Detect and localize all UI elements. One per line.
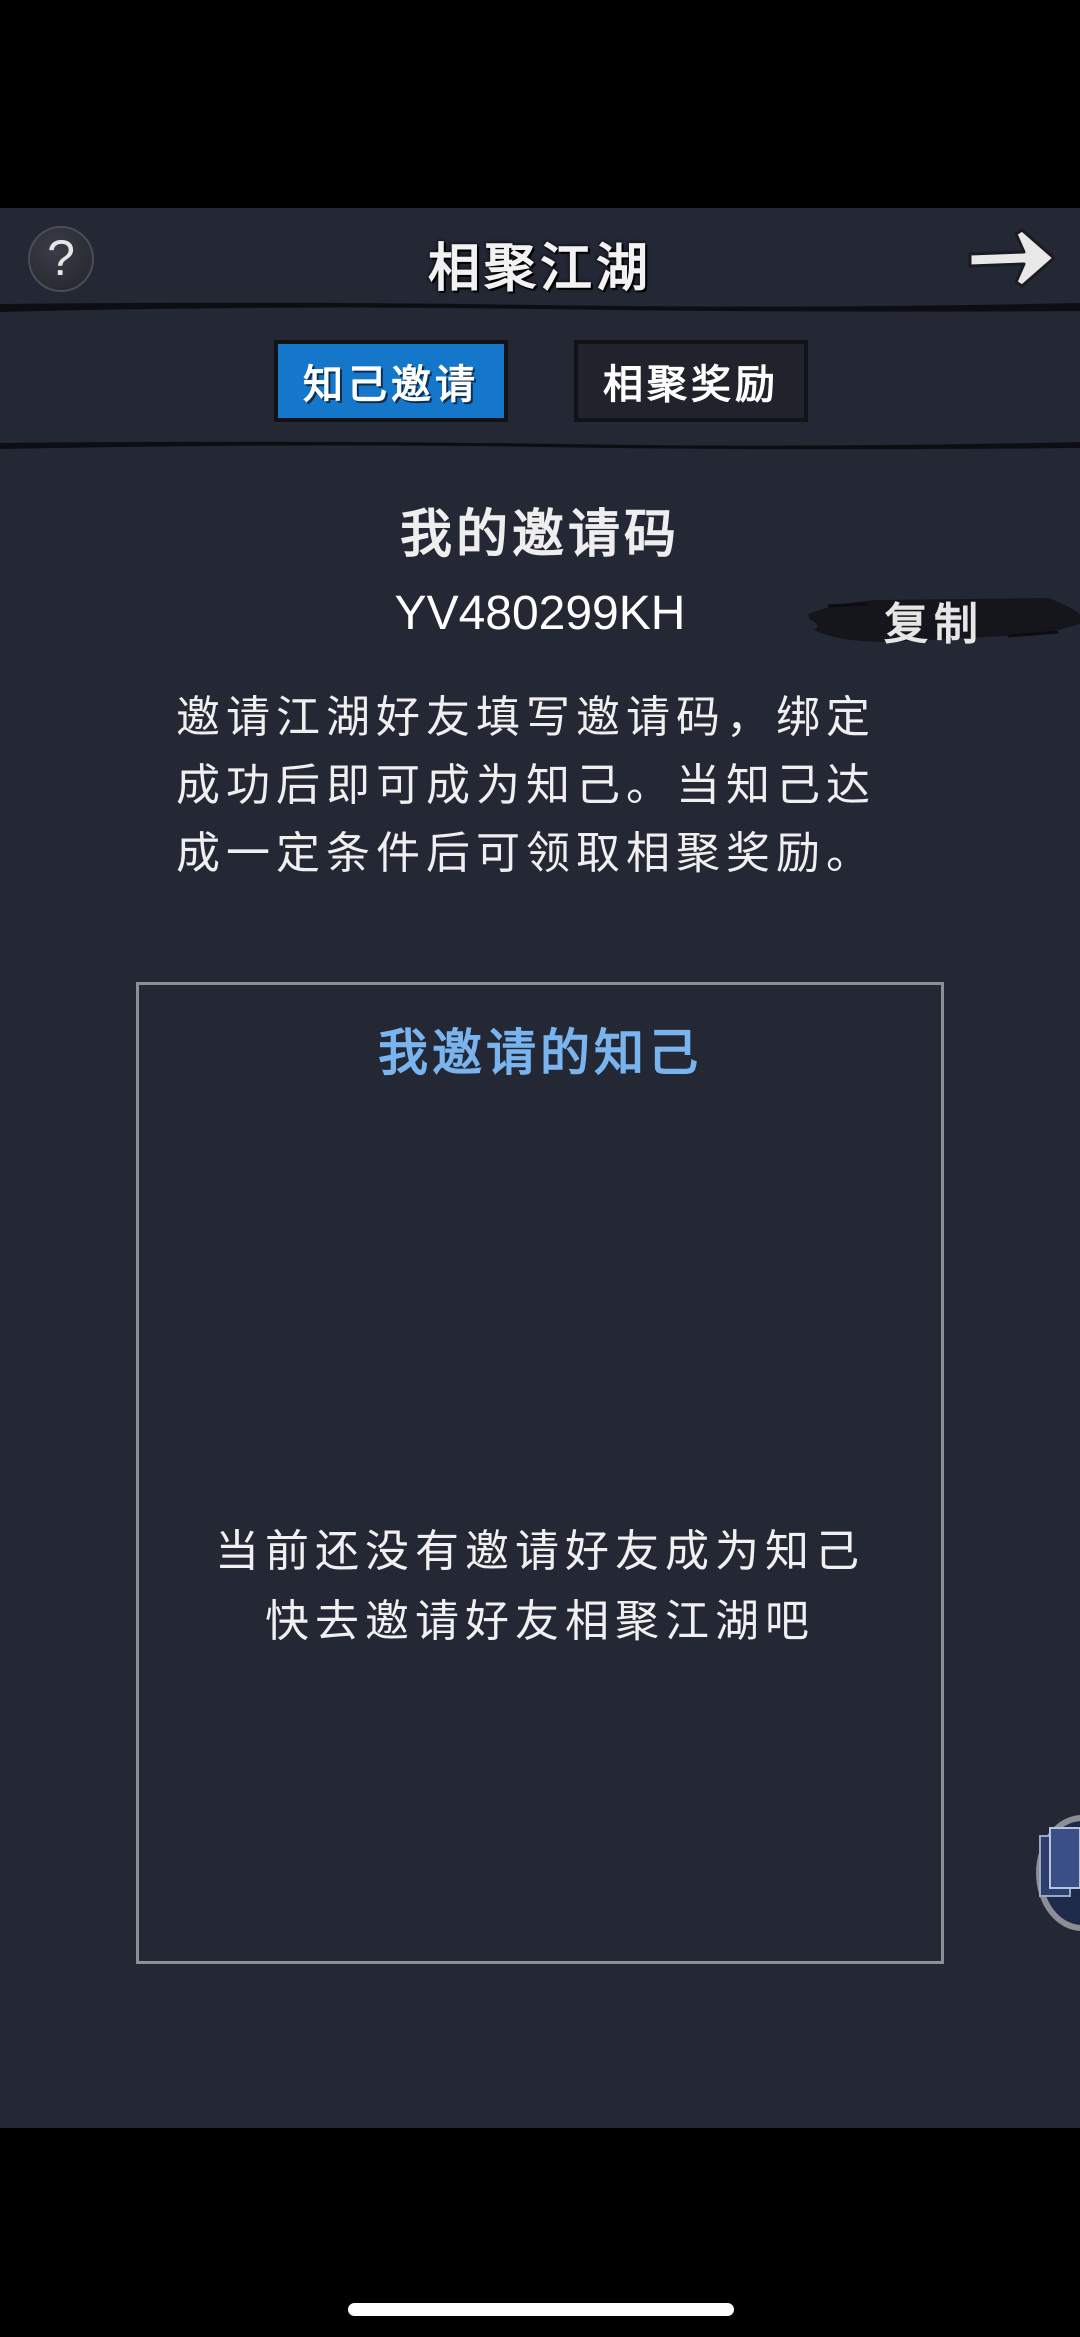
copy-button-label: 复制 — [884, 599, 984, 650]
tabs-divider — [0, 441, 1080, 450]
tab-invite-friends[interactable]: 知己邀请 — [274, 340, 508, 422]
header-bar: ? 相聚江湖 — [0, 208, 1080, 308]
arrow-right-icon — [968, 228, 1056, 288]
invite-code-title: 我的邀请码 — [399, 504, 680, 565]
invited-friends-title: 我邀请的知己 — [378, 1023, 702, 1082]
description-line: 邀请江湖好友填写邀请码，绑定 — [176, 692, 876, 743]
empty-state-text: 当前还没有邀请好友成为知己 — [215, 1526, 865, 1577]
tab-bar: 知己邀请 相聚奖励 — [0, 336, 1080, 428]
invite-description: 邀请江湖好友填写邀请码，绑定 成功后即可成为知己。当知己达 成一定条件后可领取相… — [176, 684, 916, 888]
header-divider — [0, 302, 1080, 312]
description-line: 成功后即可成为知己。当知己达 — [176, 760, 876, 811]
empty-state-text: 快去邀请好友相聚江湖吧 — [265, 1596, 815, 1647]
next-button[interactable] — [964, 224, 1060, 294]
invited-friends-panel: 我邀请的知己 当前还没有邀请好友成为知己 快去邀请好友相聚江湖吧 — [136, 982, 944, 1964]
copy-button[interactable]: 复制 — [808, 584, 1080, 656]
app-view: ? 相聚江湖 知己邀请 相聚奖励 我的邀请码 YV480299KH 复制 邀请江… — [0, 208, 1080, 2128]
home-indicator[interactable] — [348, 2303, 734, 2316]
page-title: 相聚江湖 — [427, 238, 652, 299]
description-line: 成一定条件后可领取相聚奖励。 — [176, 828, 876, 879]
screen: ? 相聚江湖 知己邀请 相聚奖励 我的邀请码 YV480299KH 复制 邀请江… — [0, 0, 1080, 2337]
side-floating-button[interactable] — [1020, 1808, 1080, 1938]
tab-gathering-rewards[interactable]: 相聚奖励 — [574, 340, 808, 422]
